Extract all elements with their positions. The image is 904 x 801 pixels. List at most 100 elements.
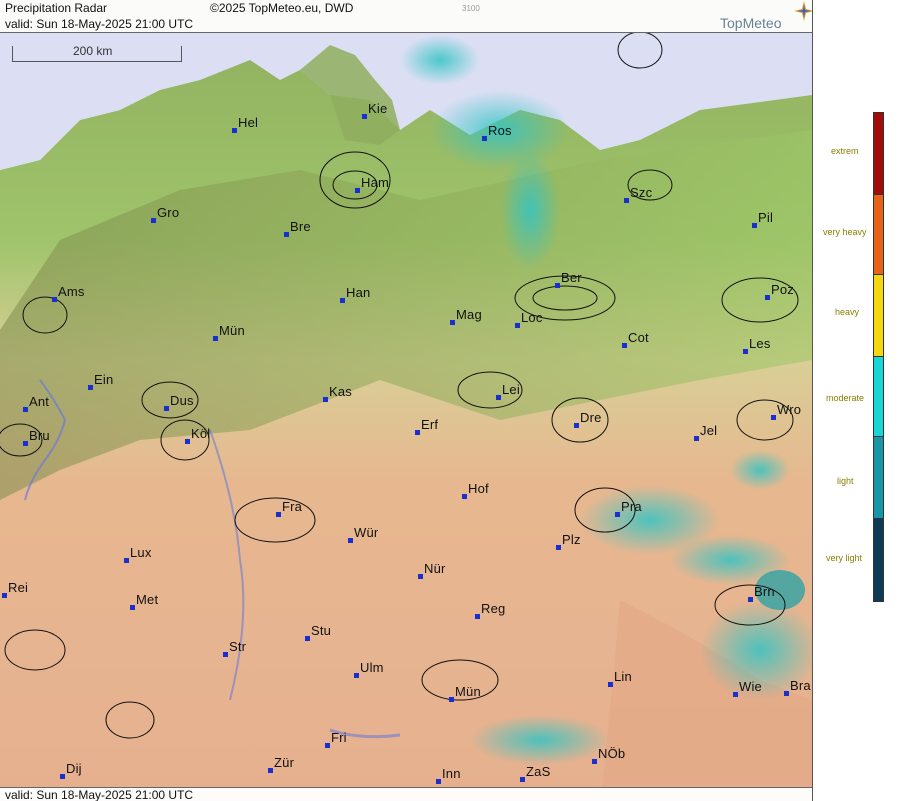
city-label: Fri [331, 730, 347, 745]
city-marker [213, 336, 218, 341]
city-marker [733, 692, 738, 697]
city-marker [574, 423, 579, 428]
city-marker [305, 636, 310, 641]
distance-scale-bar: 200 km [12, 44, 182, 62]
city-marker [232, 128, 237, 133]
city-label: ZaS [526, 764, 551, 779]
city-label: Kie [368, 101, 388, 116]
city-label: Pil [758, 210, 774, 225]
legend-label-very-light: very light [826, 553, 863, 563]
radar-title: Precipitation Radar [5, 1, 108, 15]
city-label: Szc [630, 185, 653, 200]
city-marker [449, 697, 454, 702]
city-label: Cot [628, 330, 649, 345]
city-marker [752, 223, 757, 228]
footer-valid-time: valid: Sun 18-May-2025 21:00 UTC [5, 788, 194, 801]
city-label: Wro [777, 402, 802, 417]
city-marker [415, 430, 420, 435]
legend-label-moderate: moderate [826, 393, 865, 403]
city-marker [765, 295, 770, 300]
city-marker [23, 407, 28, 412]
city-marker [348, 538, 353, 543]
legend-label-very-heavy: very heavy [823, 227, 867, 237]
city-marker [60, 774, 65, 779]
legend-color-heavy [873, 274, 884, 358]
city-label: Fra [282, 499, 303, 514]
city-marker [362, 114, 367, 119]
legend-label-extrem: extrem [831, 146, 859, 156]
scale-label: 200 km [73, 44, 113, 58]
city-marker [556, 545, 561, 550]
city-marker [748, 597, 753, 602]
legend-color-extrem [873, 112, 884, 196]
city-marker [164, 406, 169, 411]
copyright-text: ©2025 TopMeteo.eu, DWD [210, 1, 354, 15]
city-label: Rei [8, 580, 29, 595]
city-marker [784, 691, 789, 696]
city-label: Bru [29, 428, 50, 443]
legend-color-moderate [873, 356, 884, 438]
city-label: Erf [421, 417, 439, 432]
city-label: Wie [739, 679, 762, 694]
intensity-legend: extrem very heavy heavy moderate light v… [812, 0, 904, 801]
city-marker [450, 320, 455, 325]
city-marker [354, 673, 359, 678]
city-marker [418, 574, 423, 579]
city-label: Mag [456, 307, 482, 322]
city-marker [355, 188, 360, 193]
city-label: Dre [580, 410, 602, 425]
city-marker [185, 439, 190, 444]
city-label: Pra [621, 499, 642, 514]
city-label: Mün [455, 684, 481, 699]
legend-label-light: light [837, 476, 854, 486]
city-marker [284, 232, 289, 237]
city-marker [340, 298, 345, 303]
city-label: Han [346, 285, 371, 300]
city-label: Lux [130, 545, 152, 560]
city-label: Ham [361, 175, 390, 190]
city-label: Hel [238, 115, 259, 130]
city-label: Plz [562, 532, 581, 547]
city-label: Str [229, 639, 247, 654]
city-marker [223, 652, 228, 657]
legend-label-heavy: heavy [835, 307, 860, 317]
city-label: Poz [771, 282, 795, 297]
city-label: Ein [94, 372, 114, 387]
city-label: Reg [481, 601, 506, 616]
city-marker [743, 349, 748, 354]
city-label: Mün [219, 323, 245, 338]
city-marker [436, 779, 441, 784]
city-label: Dij [66, 761, 82, 776]
city-label: NÖb [598, 746, 626, 761]
city-marker [52, 297, 57, 302]
city-marker [622, 343, 627, 348]
city-label: Met [136, 592, 159, 607]
city-marker [88, 385, 93, 390]
city-label: Kas [329, 384, 353, 399]
topmeteo-logo: TopMeteo [720, 1, 812, 31]
city-label: Dus [170, 393, 194, 408]
city-label: Bre [290, 219, 311, 234]
city-label: Stu [311, 623, 332, 638]
city-label: Brn [754, 584, 775, 599]
city-marker [515, 323, 520, 328]
city-label: Hof [468, 481, 489, 496]
city-label: Köl [191, 426, 211, 441]
city-label: Ant [29, 394, 50, 409]
city-label: Lin [614, 669, 632, 684]
city-marker [608, 682, 613, 687]
city-marker [2, 593, 7, 598]
city-label: Inn [442, 766, 461, 781]
city-marker [520, 777, 525, 782]
city-marker [23, 441, 28, 446]
image-code: 3100 [462, 4, 480, 13]
city-label: Ulm [360, 660, 384, 675]
city-label: Ams [58, 284, 85, 299]
city-label: Ros [488, 123, 512, 138]
city-label: Nür [424, 561, 446, 576]
map-header: Precipitation Radar ©2025 TopMeteo.eu, D… [0, 0, 812, 33]
city-label: Lei [502, 382, 520, 397]
city-marker [555, 283, 560, 288]
city-marker [475, 614, 480, 619]
legend-color-light [873, 436, 884, 520]
